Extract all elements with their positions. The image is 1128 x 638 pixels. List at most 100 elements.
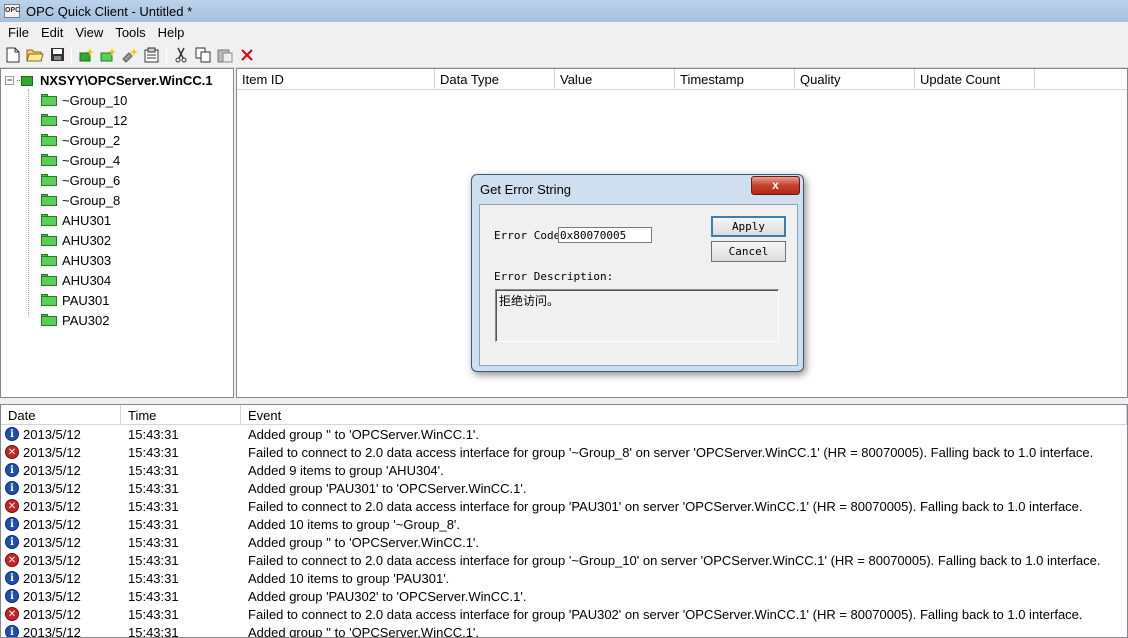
log-date-cell: ✕ 2013/5/12 (1, 499, 121, 514)
server-tree[interactable]: − NXSYY\OPCServer.WinCC.1 ~Group_10 ~Grou… (0, 68, 234, 398)
log-event: Added group 'PAU302' to 'OPCServer.WinCC… (248, 588, 527, 604)
column-date[interactable]: Date (1, 405, 121, 425)
folder-icon (41, 294, 57, 306)
menu-file[interactable]: File (2, 25, 35, 40)
new-item-icon[interactable] (119, 44, 141, 66)
log-time: 15:43:31 (128, 444, 179, 460)
menu-help[interactable]: Help (152, 25, 191, 40)
collapse-icon[interactable]: − (5, 75, 14, 85)
log-row[interactable]: ✕ 2013/5/12 15:43:31 Failed to connect to 2… (1, 605, 1127, 623)
folder-icon (41, 174, 57, 186)
folder-icon (41, 154, 57, 166)
log-row[interactable]: i 2013/5/12 15:43:31 Added group '' to 'OPC… (1, 533, 1127, 551)
app-icon: OPC (4, 4, 20, 18)
column-value[interactable]: Value (555, 69, 675, 89)
open-folder-icon[interactable] (24, 44, 46, 66)
tree-connector-line (28, 89, 29, 317)
info-icon: i (5, 463, 19, 477)
log-row[interactable]: ✕ 2013/5/12 15:43:31 Failed to connect to 2… (1, 443, 1127, 461)
tree-group-item[interactable]: AHU304 (41, 271, 111, 289)
tree-group-label: AHU303 (62, 252, 112, 268)
log-row[interactable]: i 2013/5/12 15:43:31 Added group 'PAU301' t… (1, 479, 1127, 497)
log-date: 2013/5/12 (23, 606, 81, 622)
log-date: 2013/5/12 (23, 624, 81, 638)
log-date: 2013/5/12 (23, 444, 81, 460)
log-row[interactable]: i 2013/5/12 15:43:31 Added 10 items to grou… (1, 569, 1127, 587)
log-time: 15:43:31 (128, 534, 179, 550)
log-date: 2013/5/12 (23, 552, 81, 568)
delete-icon[interactable] (236, 44, 258, 66)
tree-root-server[interactable]: − NXSYY\OPCServer.WinCC.1 (5, 71, 213, 89)
event-log[interactable]: Date Time Event i 2013/5/12 15:43:31 Added … (0, 404, 1128, 638)
new-file-icon[interactable] (2, 44, 24, 66)
save-icon[interactable] (46, 44, 68, 66)
tree-group-label: AHU301 (62, 212, 112, 228)
log-date: 2013/5/12 (23, 570, 81, 586)
tree-group-item[interactable]: ~Group_12 (41, 111, 127, 129)
log-event: Added group '' to 'OPCServer.WinCC.1'. (248, 624, 480, 638)
log-row[interactable]: ✕ 2013/5/12 15:43:31 Failed to connect to 2… (1, 497, 1127, 515)
tree-group-item[interactable]: AHU301 (41, 211, 111, 229)
paste-icon[interactable] (214, 44, 236, 66)
log-event: Failed to connect to 2.0 data access int… (248, 606, 1083, 622)
log-row[interactable]: i 2013/5/12 15:43:31 Added group 'PAU302' t… (1, 587, 1127, 605)
log-date-cell: i 2013/5/12 (1, 589, 121, 604)
log-date: 2013/5/12 (23, 588, 81, 604)
log-time: 15:43:31 (128, 552, 179, 568)
error-description-field[interactable]: 拒绝访问。 (495, 289, 779, 342)
log-row[interactable]: i 2013/5/12 15:43:31 Added group '' to 'OPC… (1, 623, 1127, 638)
tree-group-item[interactable]: ~Group_2 (41, 131, 120, 149)
error-code-field[interactable] (558, 227, 652, 243)
log-date-cell: i 2013/5/12 (1, 427, 121, 442)
toolbar (0, 42, 1128, 68)
tree-group-item[interactable]: PAU301 (41, 291, 109, 309)
log-event: Added 10 items to group 'PAU301'. (248, 570, 450, 586)
tree-root-label: NXSYY\OPCServer.WinCC.1 (40, 72, 213, 88)
copy-icon[interactable] (192, 44, 214, 66)
tree-group-label: PAU301 (62, 292, 110, 308)
new-server-icon[interactable] (75, 44, 97, 66)
menu-view[interactable]: View (69, 25, 109, 40)
tree-group-item[interactable]: AHU303 (41, 251, 111, 269)
log-time: 15:43:31 (128, 588, 179, 604)
menu-tools[interactable]: Tools (109, 25, 151, 40)
log-row[interactable]: i 2013/5/12 15:43:31 Added group '' to 'OPC… (1, 425, 1127, 443)
log-date-cell: ✕ 2013/5/12 (1, 553, 121, 568)
column-timestamp[interactable]: Timestamp (675, 69, 795, 89)
tree-group-item[interactable]: AHU302 (41, 231, 111, 249)
log-row[interactable]: i 2013/5/12 15:43:31 Added 9 items to group… (1, 461, 1127, 479)
tree-group-item[interactable]: ~Group_10 (41, 91, 127, 109)
log-event: Added 9 items to group 'AHU304'. (248, 462, 444, 478)
log-date: 2013/5/12 (23, 516, 81, 532)
server-icon (17, 73, 35, 87)
cancel-button[interactable]: Cancel (711, 241, 786, 262)
menu-edit[interactable]: Edit (35, 25, 69, 40)
toolbar-separator (71, 45, 72, 64)
menu-bar: File Edit View Tools Help (0, 22, 1128, 42)
cut-icon[interactable] (170, 44, 192, 66)
log-time: 15:43:31 (128, 570, 179, 586)
column-quality[interactable]: Quality (795, 69, 915, 89)
properties-icon[interactable] (141, 44, 163, 66)
new-group-icon[interactable] (97, 44, 119, 66)
tree-group-item[interactable]: ~Group_6 (41, 171, 120, 189)
info-icon: i (5, 571, 19, 585)
tree-group-label: ~Group_12 (62, 112, 128, 128)
folder-icon (41, 254, 57, 266)
column-event[interactable]: Event (241, 405, 1127, 425)
close-icon[interactable]: x (751, 176, 800, 195)
log-row[interactable]: ✕ 2013/5/12 15:43:31 Failed to connect to 2… (1, 551, 1127, 569)
log-date: 2013/5/12 (23, 462, 81, 478)
tree-group-item[interactable]: ~Group_8 (41, 191, 120, 209)
log-time: 15:43:31 (128, 462, 179, 478)
column-data-type[interactable]: Data Type (435, 69, 555, 89)
tree-group-item[interactable]: PAU302 (41, 311, 109, 329)
toolbar-separator (166, 45, 167, 64)
column-time[interactable]: Time (121, 405, 241, 425)
log-row[interactable]: i 2013/5/12 15:43:31 Added 10 items to grou… (1, 515, 1127, 533)
column-update-count[interactable]: Update Count (915, 69, 1035, 89)
log-time: 15:43:31 (128, 426, 179, 442)
tree-group-item[interactable]: ~Group_4 (41, 151, 120, 169)
column-item-id[interactable]: Item ID (237, 69, 435, 89)
apply-button[interactable]: Apply (711, 216, 786, 237)
